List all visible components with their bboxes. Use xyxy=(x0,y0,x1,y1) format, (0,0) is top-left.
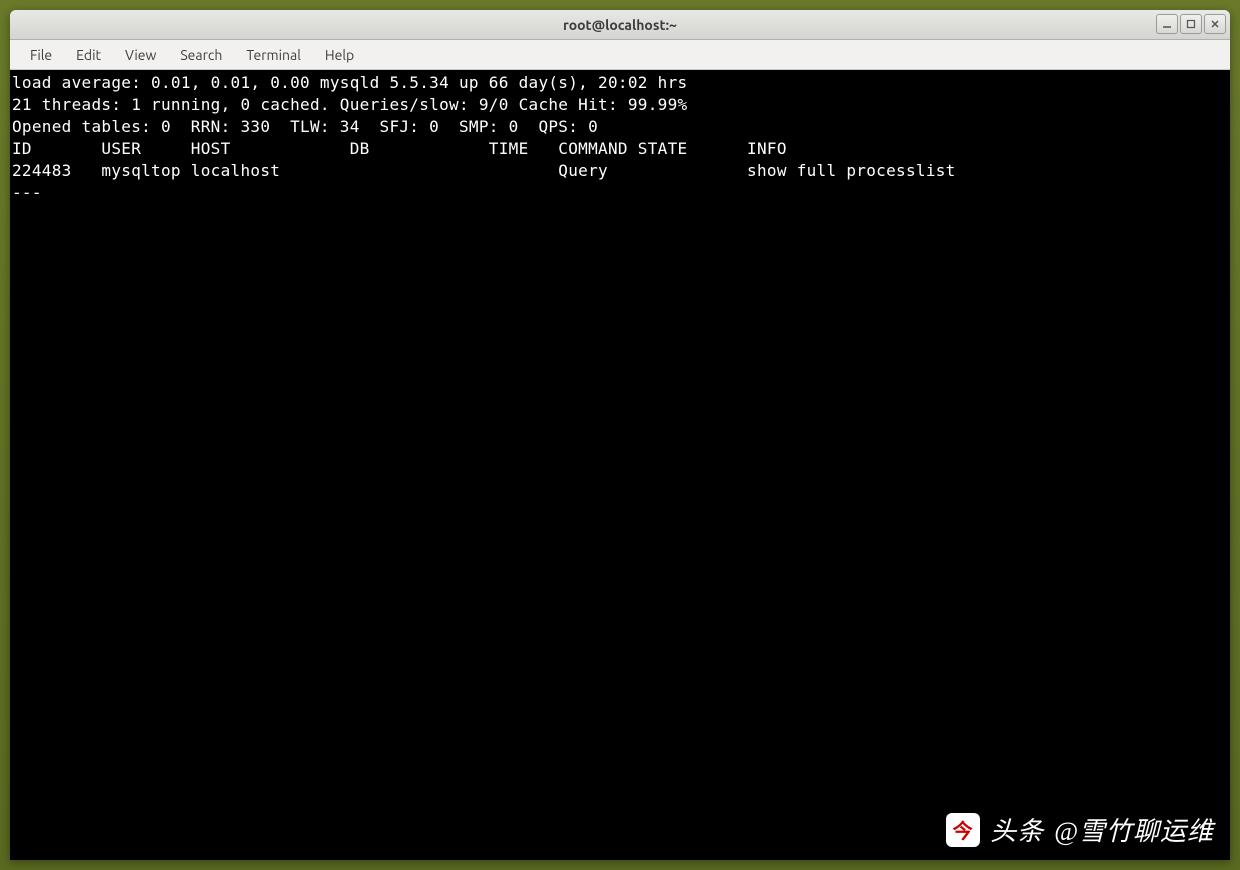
close-icon xyxy=(1210,19,1220,29)
maximize-icon xyxy=(1186,19,1196,29)
process-row: 224483 mysqltop localhost Query show ful… xyxy=(12,160,1228,182)
menu-edit[interactable]: Edit xyxy=(64,43,113,67)
watermark-handle: @雪竹聊运维 xyxy=(1054,811,1214,848)
menu-file[interactable]: File xyxy=(18,43,64,67)
status-line-1: load average: 0.01, 0.01, 0.00 mysqld 5.… xyxy=(12,72,1228,94)
window-controls xyxy=(1156,14,1226,34)
watermark: 今 头条 @雪竹聊运维 xyxy=(946,811,1214,848)
titlebar: root@localhost:~ xyxy=(10,10,1230,40)
menu-search[interactable]: Search xyxy=(168,43,234,67)
minimize-button[interactable] xyxy=(1156,14,1178,34)
close-button[interactable] xyxy=(1204,14,1226,34)
window-title: root@localhost:~ xyxy=(563,17,677,33)
menu-view[interactable]: View xyxy=(113,43,168,67)
menubar: File Edit View Search Terminal Help xyxy=(10,40,1230,70)
menu-help[interactable]: Help xyxy=(313,43,366,67)
terminal-window: root@localhost:~ File Edit View Search T… xyxy=(10,10,1230,860)
dash-line: --- xyxy=(12,182,1228,204)
watermark-prefix: 头条 xyxy=(990,811,1044,848)
status-line-2: 21 threads: 1 running, 0 cached. Queries… xyxy=(12,94,1228,116)
menu-terminal[interactable]: Terminal xyxy=(234,43,313,67)
maximize-button[interactable] xyxy=(1180,14,1202,34)
terminal-output[interactable]: load average: 0.01, 0.01, 0.00 mysqld 5.… xyxy=(10,70,1230,860)
status-line-3: Opened tables: 0 RRN: 330 TLW: 34 SFJ: 0… xyxy=(12,116,1228,138)
minimize-icon xyxy=(1162,19,1172,29)
process-header: ID USER HOST DB TIME COMMAND STATE INFO xyxy=(12,138,1228,160)
watermark-logo-icon: 今 xyxy=(946,813,980,847)
